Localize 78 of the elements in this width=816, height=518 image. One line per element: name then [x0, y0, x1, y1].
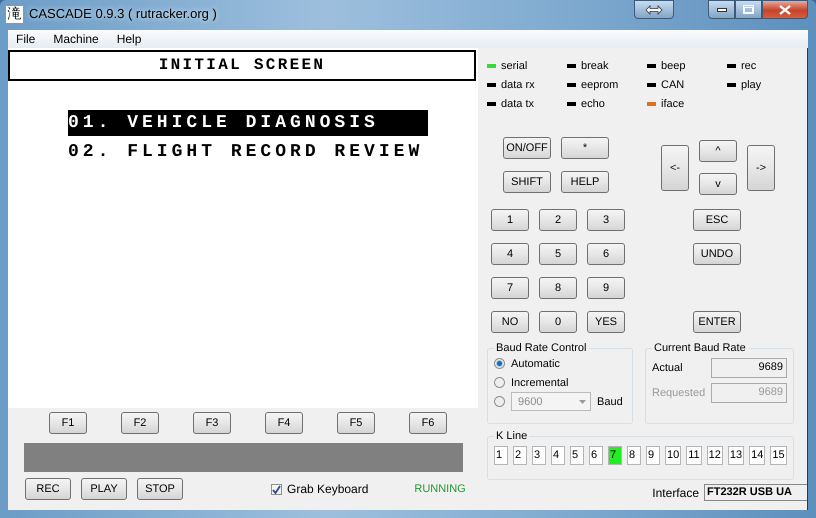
group-title: Baud Rate Control [495, 342, 588, 354]
keypad-key[interactable]: 1 [491, 209, 529, 231]
function-key[interactable]: F2 [121, 412, 159, 434]
run-status: RUNNING [414, 483, 466, 495]
group-title: Current Baud Rate [653, 342, 747, 354]
radio-button[interactable] [494, 377, 505, 388]
radio-label: Incremental [511, 376, 568, 388]
maximize-button[interactable] [735, 0, 762, 19]
field-label: Requested [652, 386, 706, 398]
indicator-label: break [581, 60, 609, 72]
indicator-label: eeprom [581, 78, 618, 90]
transport-button[interactable]: REC [25, 478, 71, 500]
control-key[interactable]: ON/OFF [503, 137, 551, 159]
keypad-key[interactable]: 8 [539, 277, 577, 299]
control-key[interactable]: SHIFT [503, 171, 551, 193]
indicator-label: data tx [501, 98, 534, 110]
indicator-label: data rx [501, 78, 535, 90]
indicator-label: CAN [661, 78, 684, 90]
transport-button[interactable]: STOP [137, 478, 183, 500]
keypad-key[interactable]: 6 [587, 243, 625, 265]
screen-title: INITIAL SCREEN [8, 50, 476, 81]
checkbox[interactable] [271, 484, 282, 494]
field-label: Interface [652, 486, 699, 500]
checkbox-label: Grab Keyboard [287, 482, 368, 496]
checkmark-icon [272, 484, 281, 494]
keypad-key[interactable]: NO [491, 311, 529, 333]
keypad-key[interactable]: 2 [539, 209, 577, 231]
function-key[interactable]: F3 [193, 412, 231, 434]
keypad-key[interactable]: 4 [491, 243, 529, 265]
field-label: Actual [652, 362, 683, 374]
minimize-button[interactable] [708, 0, 735, 19]
arrow-key[interactable]: -> [747, 145, 775, 191]
control-key[interactable]: HELP [561, 171, 609, 193]
indicator-label: serial [501, 60, 528, 72]
close-button[interactable] [762, 0, 808, 19]
keypad-key[interactable]: UNDO [693, 243, 741, 265]
app-icon: 滝 [6, 6, 23, 23]
arrow-key[interactable]: <- [661, 145, 689, 191]
unit-label: Baud [597, 396, 623, 408]
indicator-label: beep [661, 60, 686, 72]
function-key[interactable]: F5 [337, 412, 375, 434]
keypad-key[interactable]: 0 [539, 311, 577, 333]
interface-field: FT232R USB UA [704, 484, 807, 501]
function-key[interactable]: F1 [49, 412, 87, 434]
arrow-key[interactable]: ^ [699, 140, 737, 162]
control-key[interactable]: * [561, 137, 609, 159]
screen-menu-item[interactable]: 02. FLIGHT RECORD REVIEW [68, 139, 428, 165]
minimize-icon [716, 8, 726, 12]
function-key[interactable]: F6 [409, 412, 447, 434]
transport-button[interactable]: PLAY [81, 478, 127, 500]
indicator-label: play [741, 78, 762, 90]
keypad-key[interactable]: 3 [587, 209, 625, 231]
function-key[interactable]: F4 [265, 412, 303, 434]
indicator-label: iface [661, 98, 684, 110]
keypad-key[interactable]: 7 [491, 277, 529, 299]
maximize-icon [743, 5, 754, 14]
keypad-key[interactable]: 5 [539, 243, 577, 265]
radio-button[interactable] [494, 358, 505, 369]
group-title: K Line [495, 430, 528, 442]
indicator-label: echo [581, 98, 605, 110]
radio-label: Automatic [511, 358, 560, 370]
actual-baud-field: 9689 [711, 358, 787, 378]
dropdown-arrow-icon [579, 400, 586, 404]
arrow-key[interactable]: v [699, 173, 737, 195]
close-icon [779, 4, 791, 14]
keypad-key[interactable]: 9 [587, 277, 625, 299]
keypad-key[interactable]: YES [587, 311, 625, 333]
double-arrow-icon [645, 4, 663, 14]
requested-baud-field: 9689 [711, 382, 787, 402]
resize-button[interactable] [634, 0, 674, 19]
window-title: CASCADE 0.9.3 ( rutracker.org ) [29, 6, 217, 21]
screen-menu-item[interactable]: 01. VEHICLE DIAGNOSIS [68, 110, 428, 136]
keypad-key[interactable]: ESC [693, 209, 741, 231]
menu-item[interactable]: Help [116, 32, 142, 46]
indicator-label: rec [741, 60, 756, 72]
menu-item[interactable]: File [16, 32, 36, 46]
menu-item[interactable]: Machine [53, 32, 99, 46]
keypad-key[interactable]: ENTER [693, 311, 741, 333]
